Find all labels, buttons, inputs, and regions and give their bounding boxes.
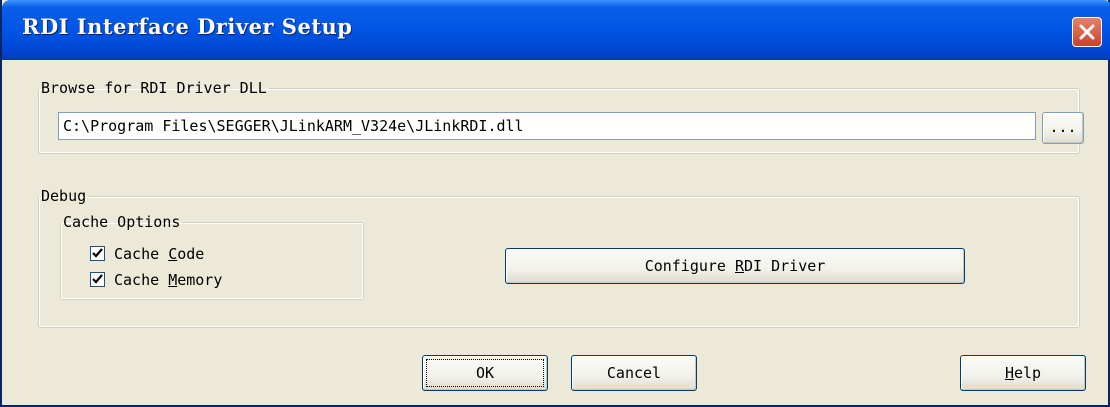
cache-code-label: Cache Code [114, 245, 205, 263]
checkmark-icon [92, 248, 103, 258]
browse-group-legend: Browse for RDI Driver DLL [41, 79, 267, 97]
title-bar[interactable]: RDI Interface Driver Setup [2, 0, 1110, 60]
cache-memory-checkbox[interactable] [90, 272, 105, 287]
window-title: RDI Interface Driver Setup [22, 14, 353, 39]
ok-button[interactable]: OK [422, 355, 548, 391]
close-icon [1079, 24, 1095, 40]
cache-memory-label: Cache Memory [114, 271, 223, 289]
checkmark-icon [92, 274, 103, 284]
cancel-button[interactable]: Cancel [571, 355, 697, 391]
focus-rect [426, 359, 544, 387]
cache-code-checkbox[interactable] [90, 246, 105, 261]
debug-group-legend: Debug [41, 187, 87, 205]
dialog-window: RDI Interface Driver Setup Browse for RD… [0, 0, 1110, 407]
configure-rdi-driver-button[interactable]: Configure RDI Driver [505, 248, 965, 284]
close-button[interactable] [1072, 17, 1102, 47]
help-button[interactable]: Help [960, 355, 1086, 391]
cache-options-legend: Cache Options [63, 213, 181, 231]
browse-button[interactable]: ... [1042, 112, 1084, 144]
dll-path-input[interactable]: C:\Program Files\SEGGER\JLinkARM_V324e\J… [58, 112, 1036, 140]
